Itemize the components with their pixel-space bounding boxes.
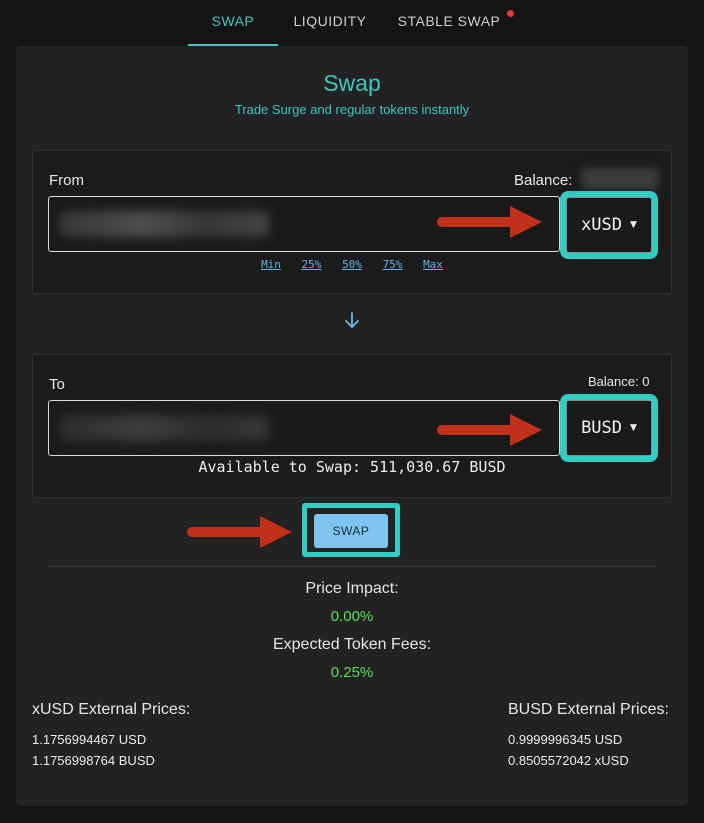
- page-subtitle: Trade Surge and regular tokens instantly: [234, 102, 470, 117]
- fees-value: 0.25%: [330, 664, 374, 681]
- caret-down-icon: ▼: [630, 220, 637, 230]
- busd-external-prices: BUSD External Prices: 0.9999996345 USD 0…: [508, 701, 669, 771]
- to-token-label: BUSD: [581, 418, 623, 438]
- annotation-arrow-icon: [437, 206, 542, 238]
- xusd-external-prices: xUSD External Prices: 1.1756994467 USD 1…: [32, 701, 190, 771]
- percent-25-link[interactable]: 25%: [302, 258, 322, 271]
- xusd-prices-title: xUSD External Prices:: [32, 701, 191, 718]
- caret-down-icon: ▼: [630, 423, 637, 433]
- from-balance-label: Balance:: [514, 172, 573, 189]
- from-token-label: xUSD: [581, 215, 623, 235]
- busd-prices-title: BUSD External Prices:: [508, 701, 669, 718]
- from-amount-blurred: [59, 211, 269, 237]
- notification-dot: [507, 10, 514, 17]
- annotation-arrow-icon: [437, 414, 542, 446]
- tab-stable-swap[interactable]: STABLE SWAP: [390, 0, 508, 44]
- percent-shortcuts: Min 25% 50% 75% Max: [0, 258, 704, 271]
- tab-swap[interactable]: SWAP: [188, 0, 278, 46]
- percent-75-link[interactable]: 75%: [383, 258, 403, 271]
- busd-price-usd: 0.9999996345 USD: [508, 732, 623, 747]
- price-impact-value: 0.00%: [330, 608, 374, 625]
- to-label: To: [49, 376, 65, 393]
- tab-bar: SWAP LIQUIDITY STABLE SWAP: [0, 0, 704, 46]
- to-amount-blurred: [59, 415, 269, 441]
- available-to-swap: Available to Swap: 511,030.67 BUSD: [198, 458, 506, 476]
- from-balance-value-blurred: [582, 168, 658, 190]
- arrow-down-icon[interactable]: [340, 308, 364, 332]
- busd-price-xusd: 0.8505572042 xUSD: [508, 753, 629, 768]
- fees-label: Expected Token Fees:: [272, 636, 432, 653]
- percent-min-link[interactable]: Min: [261, 258, 281, 271]
- percent-50-link[interactable]: 50%: [342, 258, 362, 271]
- price-impact-label: Price Impact:: [305, 580, 399, 597]
- from-label: From: [49, 172, 84, 189]
- percent-max-link[interactable]: Max: [423, 258, 443, 271]
- to-token-select[interactable]: BUSD ▼: [566, 400, 652, 456]
- annotation-arrow-icon: [187, 516, 292, 548]
- tab-liquidity[interactable]: LIQUIDITY: [286, 0, 374, 44]
- xusd-price-busd: 1.1756998764 BUSD: [32, 753, 155, 768]
- to-balance-label: Balance: 0: [588, 374, 650, 389]
- xusd-price-usd: 1.1756994467 USD: [32, 732, 147, 747]
- divider: [48, 566, 656, 567]
- page-title: Swap: [323, 70, 381, 96]
- from-token-select[interactable]: xUSD ▼: [566, 197, 652, 253]
- swap-button[interactable]: SWAP: [314, 514, 388, 548]
